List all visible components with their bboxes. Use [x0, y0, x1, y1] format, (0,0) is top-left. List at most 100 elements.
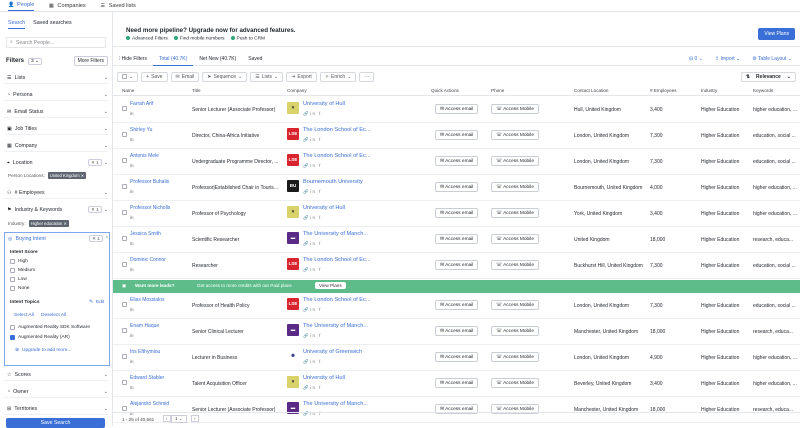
- contact-name-link[interactable]: Professor Nicholls: [130, 205, 170, 211]
- access-email-button[interactable]: ✉ Access email: [435, 260, 479, 270]
- access-mobile-button[interactable]: ☏ Access Mobile: [491, 326, 540, 336]
- sequence-button[interactable]: ➤ Sequence ⌄: [202, 71, 248, 82]
- linkedin-icon[interactable]: in: [130, 163, 134, 168]
- filter-job-titles[interactable]: ▣ Job Titles ⌄: [4, 123, 108, 135]
- lists-button[interactable]: ☰ Lists ⌄: [250, 71, 284, 82]
- linkedin-icon[interactable]: in: [130, 333, 134, 338]
- email-button[interactable]: ✉ Email: [170, 71, 200, 82]
- contact-name-link[interactable]: Alejandro Schmid: [130, 401, 169, 407]
- access-email-button[interactable]: ✉ Access email: [435, 234, 479, 244]
- linkedin-icon[interactable]: in: [130, 215, 134, 220]
- company-social-icons[interactable]: 🔗in f: [303, 215, 322, 221]
- checkbox[interactable]: [122, 74, 127, 79]
- topic-option[interactable]: Augmented Reality SDK Software: [10, 325, 90, 330]
- filter-email-status[interactable]: ✉ Email Status ⌄: [4, 106, 108, 118]
- company-name-link[interactable]: Bournemouth University: [303, 179, 377, 185]
- company-social-icons[interactable]: 🔗in f: [303, 137, 322, 143]
- location-chip[interactable]: United Kingdom ✕: [47, 172, 87, 179]
- filter-scores[interactable]: ☆ Scores ⌄: [4, 369, 108, 381]
- more-filters-button[interactable]: More Filters: [73, 56, 108, 66]
- select-all-link[interactable]: Select All: [14, 313, 34, 318]
- row-checkbox[interactable]: [122, 354, 127, 359]
- page-select[interactable]: 1 ⌄: [171, 415, 187, 423]
- row-checkbox[interactable]: [122, 184, 127, 189]
- tab-total[interactable]: Total (40.7K): [152, 52, 194, 66]
- table-row[interactable]: Iris Efthymiou in Lecturer in Business ✺…: [113, 345, 800, 371]
- sort-relevance-button[interactable]: ⇅ Relevance ⌄: [740, 71, 796, 82]
- tab-people[interactable]: 👤 People: [8, 0, 35, 11]
- intent-low-option[interactable]: Low: [10, 277, 27, 282]
- row-checkbox[interactable]: [122, 262, 127, 267]
- company-name-link[interactable]: The London School of Ec...: [303, 257, 377, 263]
- filter-owner[interactable]: ◔ Owner ⌄: [4, 386, 108, 398]
- table-row[interactable]: Professor Nicholls in Professor of Psych…: [113, 201, 800, 227]
- save-button[interactable]: + Save: [141, 71, 168, 82]
- access-mobile-button[interactable]: ☏ Access Mobile: [491, 260, 540, 270]
- checkbox[interactable]: [10, 286, 15, 291]
- company-social-icons[interactable]: 🔗in f: [303, 333, 322, 339]
- col-title[interactable]: Title: [192, 88, 201, 93]
- select-all-checkbox[interactable]: ⌄: [117, 71, 139, 82]
- sidebar-tab-search[interactable]: Search: [8, 20, 26, 29]
- access-mobile-button[interactable]: ☏ Access Mobile: [491, 208, 540, 218]
- col-quick-actions[interactable]: Quick Actions: [431, 88, 459, 93]
- table-row[interactable]: Dominic Connor in Researcher LSE The Lon…: [113, 253, 800, 279]
- linkedin-icon[interactable]: in: [130, 137, 134, 142]
- access-mobile-button[interactable]: ☏ Access Mobile: [491, 234, 540, 244]
- col-phone[interactable]: Phone: [491, 88, 504, 93]
- checkbox[interactable]: [10, 259, 15, 264]
- table-row[interactable]: Edward Stabler in Talent Acquisition Off…: [113, 371, 800, 397]
- filter-industry-keywords[interactable]: ⚑ Industry & Keywords ✕ 1 ⌄: [4, 204, 108, 216]
- access-email-button[interactable]: ✉ Access email: [435, 300, 479, 310]
- intent-medium-option[interactable]: Medium: [10, 268, 35, 273]
- table-row[interactable]: Jessica Smith in Scientific Researcher ▬…: [113, 227, 800, 253]
- linkedin-icon[interactable]: in: [130, 267, 134, 272]
- row-checkbox[interactable]: [122, 132, 127, 137]
- linkedin-icon[interactable]: in: [130, 359, 134, 364]
- company-social-icons[interactable]: 🔗in f: [303, 307, 322, 313]
- company-social-icons[interactable]: 🔗in f: [303, 189, 322, 195]
- access-mobile-button[interactable]: ☏ Access Mobile: [491, 352, 540, 362]
- filters-count[interactable]: 3 ⌄: [28, 57, 43, 65]
- contact-name-link[interactable]: Edward Stabler: [130, 375, 164, 381]
- access-email-button[interactable]: ✉ Access email: [435, 352, 479, 362]
- topic-option[interactable]: Augmented Reality (AR): [10, 335, 70, 340]
- row-checkbox[interactable]: [122, 158, 127, 163]
- next-page-button[interactable]: ›: [191, 415, 199, 422]
- table-row[interactable]: Farrah Arif in Senior Lecturer (Associat…: [113, 97, 800, 123]
- col-keywords[interactable]: Keywords: [753, 88, 773, 93]
- access-email-button[interactable]: ✉ Access email: [435, 208, 479, 218]
- filter-company[interactable]: ▦ Company ⌄: [4, 140, 108, 152]
- company-name-link[interactable]: The University of Manch...: [303, 401, 377, 407]
- table-layout-button[interactable]: ⚙ Table Layout ⌄: [752, 56, 792, 62]
- company-name-link[interactable]: The London School of Ec...: [303, 153, 377, 159]
- access-mobile-button[interactable]: ☏ Access Mobile: [491, 104, 540, 114]
- people-search-input[interactable]: ⌕ Search People...: [6, 37, 106, 48]
- industry-chip[interactable]: Higher education ✕: [28, 220, 69, 227]
- row-checkbox[interactable]: [122, 106, 127, 111]
- row-checkbox[interactable]: [122, 236, 127, 241]
- credits-button[interactable]: ⊟ 0 ⌄: [689, 56, 703, 62]
- filter-lists[interactable]: ☰ Lists ⌄: [4, 72, 108, 84]
- company-name-link[interactable]: University of Hull: [303, 375, 377, 381]
- company-name-link[interactable]: University of Hull: [303, 205, 377, 211]
- tab-companies[interactable]: ▦ Companies: [48, 0, 86, 11]
- access-mobile-button[interactable]: ☏ Access Mobile: [491, 156, 540, 166]
- company-social-icons[interactable]: 🔗in f: [303, 163, 322, 169]
- contact-name-link[interactable]: Farrah Arif: [130, 101, 153, 107]
- col-contact-location[interactable]: Contact Location: [574, 88, 608, 93]
- col-company[interactable]: Company: [287, 88, 307, 93]
- access-mobile-button[interactable]: ☏ Access Mobile: [491, 182, 540, 192]
- more-actions-button[interactable]: ···: [359, 71, 375, 82]
- row-checkbox[interactable]: [122, 406, 127, 411]
- view-plans-button[interactable]: View Plans: [758, 28, 795, 40]
- intent-none-option[interactable]: None: [10, 286, 29, 291]
- linkedin-icon[interactable]: in: [130, 385, 134, 390]
- tab-saved-lists[interactable]: ☰ Saved lists: [100, 0, 135, 11]
- company-social-icons[interactable]: 🔗in f: [303, 385, 322, 391]
- contact-name-link[interactable]: Professor Buhalis: [130, 179, 169, 185]
- promo-view-plans-button[interactable]: View Plans: [315, 282, 346, 289]
- hide-filters-button[interactable]: ⫶ Hide Filters: [113, 52, 153, 66]
- access-email-button[interactable]: ✉ Access email: [435, 378, 479, 388]
- company-name-link[interactable]: University of Greenwich: [303, 349, 377, 355]
